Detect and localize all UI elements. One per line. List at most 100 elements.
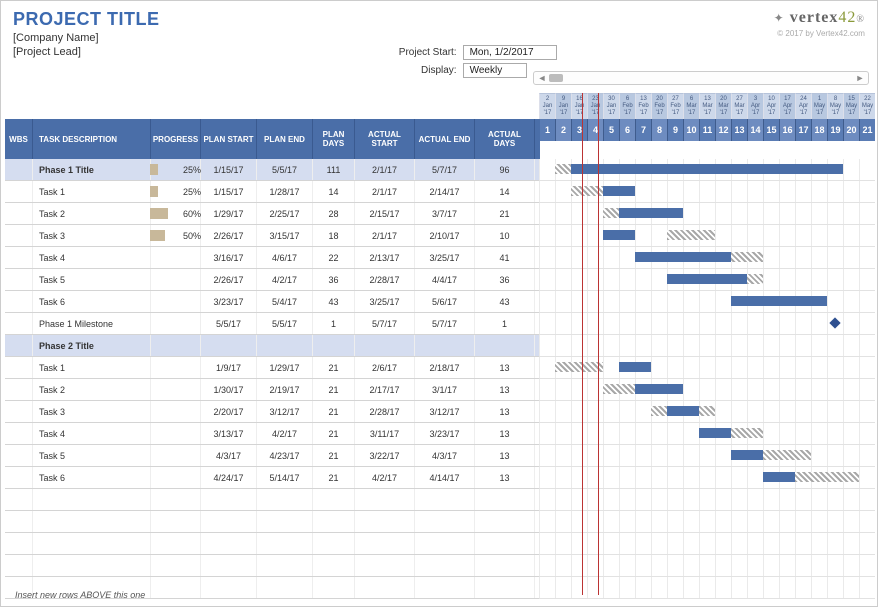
date-cell: 20Mar'17 bbox=[715, 93, 731, 119]
col-plan-start: PLAN START bbox=[201, 119, 257, 159]
plan-end-cell: 1/29/17 bbox=[257, 357, 313, 378]
phase-row[interactable]: Phase 2 Title bbox=[5, 335, 540, 357]
task-description: Task 1 bbox=[33, 357, 151, 378]
plan-start-cell: 3/16/17 bbox=[201, 247, 257, 268]
task-description: Task 4 bbox=[33, 247, 151, 268]
task-row[interactable]: Task 32/20/173/12/17212/28/173/12/1713 bbox=[5, 401, 540, 423]
plan-days-cell: 21 bbox=[313, 467, 355, 488]
display-label: Display: bbox=[377, 65, 457, 76]
gantt-row bbox=[539, 401, 875, 423]
actual-start-cell: 2/1/17 bbox=[355, 181, 415, 202]
task-row[interactable]: Phase 1 Milestone5/5/175/5/1715/7/175/7/… bbox=[5, 313, 540, 335]
plan-bar bbox=[571, 164, 843, 174]
plan-start-cell: 5/5/17 bbox=[201, 313, 257, 334]
timeline-scrollbar[interactable]: ◄ ► bbox=[533, 71, 869, 85]
actual-start-cell: 2/6/17 bbox=[355, 357, 415, 378]
task-row[interactable]: Task 63/23/175/4/17433/25/175/6/1743 bbox=[5, 291, 540, 313]
phase-row[interactable]: Phase 1 Title25%1/15/175/5/171112/1/175/… bbox=[5, 159, 540, 181]
scroll-left-icon[interactable]: ◄ bbox=[537, 73, 547, 83]
display-input[interactable]: Weekly bbox=[463, 63, 527, 78]
plan-end-cell: 2/19/17 bbox=[257, 379, 313, 400]
progress-cell bbox=[151, 379, 201, 400]
plan-bar bbox=[731, 450, 763, 460]
plan-days-cell: 28 bbox=[313, 203, 355, 224]
gantt-row bbox=[539, 445, 875, 467]
actual-end-cell: 2/14/17 bbox=[415, 181, 475, 202]
plan-days-cell: 14 bbox=[313, 181, 355, 202]
plan-bar bbox=[619, 208, 683, 218]
plan-days-cell: 43 bbox=[313, 291, 355, 312]
actual-days-cell: 36 bbox=[475, 269, 535, 290]
scroll-right-icon[interactable]: ► bbox=[855, 73, 865, 83]
week-number-cell: 17 bbox=[795, 119, 811, 141]
progress-cell bbox=[151, 357, 201, 378]
plan-start-cell: 1/15/17 bbox=[201, 159, 257, 180]
col-actual-days: ACTUAL DAYS bbox=[475, 119, 535, 159]
progress-cell: 60% bbox=[151, 203, 201, 224]
gantt-row bbox=[539, 225, 875, 247]
week-number-cell: 1 bbox=[539, 119, 555, 141]
task-description: Task 2 bbox=[33, 379, 151, 400]
task-row[interactable]: Task 260%1/29/172/25/17282/15/173/7/1721 bbox=[5, 203, 540, 225]
task-row[interactable]: Task 64/24/175/14/17214/2/174/14/1713 bbox=[5, 467, 540, 489]
project-start-input[interactable]: Mon, 1/2/2017 bbox=[463, 45, 557, 60]
task-description: Phase 1 Title bbox=[33, 159, 151, 180]
gantt-row bbox=[539, 467, 875, 489]
task-row[interactable]: Task 11/9/171/29/17212/6/172/18/1713 bbox=[5, 357, 540, 379]
col-description: TASK DESCRIPTION bbox=[33, 119, 151, 159]
actual-days-cell: 43 bbox=[475, 291, 535, 312]
plan-end-cell: 2/25/17 bbox=[257, 203, 313, 224]
plan-start-cell: 2/26/17 bbox=[201, 269, 257, 290]
progress-cell bbox=[151, 247, 201, 268]
task-row[interactable]: Task 52/26/174/2/17362/28/174/4/1736 bbox=[5, 269, 540, 291]
gantt-empty-row bbox=[539, 511, 875, 533]
plan-bar bbox=[763, 472, 795, 482]
plan-bar bbox=[619, 362, 651, 372]
plan-days-cell: 21 bbox=[313, 401, 355, 422]
plan-start-cell: 3/23/17 bbox=[201, 291, 257, 312]
date-cell: 3Apr'17 bbox=[747, 93, 763, 119]
task-row[interactable]: Task 21/30/172/19/17212/17/173/1/1713 bbox=[5, 379, 540, 401]
week-number-cell: 3 bbox=[571, 119, 587, 141]
task-row[interactable]: Task 54/3/174/23/17213/22/174/3/1713 bbox=[5, 445, 540, 467]
actual-start-cell: 4/2/17 bbox=[355, 467, 415, 488]
date-cell: 6Feb'17 bbox=[619, 93, 635, 119]
gantt-empty-row bbox=[539, 489, 875, 511]
project-lead: [Project Lead] bbox=[13, 46, 160, 58]
task-row[interactable]: Task 43/16/174/6/17222/13/173/25/1741 bbox=[5, 247, 540, 269]
date-cell: 2Jan'17 bbox=[539, 93, 555, 119]
task-row[interactable]: Task 43/13/174/2/17213/11/173/23/1713 bbox=[5, 423, 540, 445]
footer-note: Insert new rows ABOVE this one bbox=[15, 590, 145, 600]
scroll-thumb[interactable] bbox=[549, 74, 563, 82]
project-title: PROJECT TITLE bbox=[13, 9, 160, 30]
actual-start-cell: 2/28/17 bbox=[355, 401, 415, 422]
gantt-row bbox=[539, 203, 875, 225]
gantt-row bbox=[539, 423, 875, 445]
task-row[interactable]: Task 350%2/26/173/15/17182/1/172/10/1710 bbox=[5, 225, 540, 247]
plan-days-cell: 111 bbox=[313, 159, 355, 180]
task-description: Task 3 bbox=[33, 225, 151, 246]
task-description: Task 1 bbox=[33, 181, 151, 202]
empty-row[interactable] bbox=[5, 533, 540, 555]
gantt-row bbox=[539, 181, 875, 203]
plan-end-cell: 1/28/17 bbox=[257, 181, 313, 202]
plan-start-cell bbox=[201, 335, 257, 356]
task-description: Task 6 bbox=[33, 467, 151, 488]
plan-start-cell: 2/26/17 bbox=[201, 225, 257, 246]
week-number-cell: 13 bbox=[731, 119, 747, 141]
empty-row[interactable] bbox=[5, 511, 540, 533]
plan-bar bbox=[731, 296, 827, 306]
empty-row[interactable] bbox=[5, 489, 540, 511]
col-actual-start: ACTUAL START bbox=[355, 119, 415, 159]
gantt-row bbox=[539, 357, 875, 379]
task-description: Phase 1 Milestone bbox=[33, 313, 151, 334]
task-row[interactable]: Task 125%1/15/171/28/17142/1/172/14/1714 bbox=[5, 181, 540, 203]
empty-row[interactable] bbox=[5, 555, 540, 577]
week-number-cell: 2 bbox=[555, 119, 571, 141]
gantt-empty-row bbox=[539, 577, 875, 599]
plan-days-cell: 22 bbox=[313, 247, 355, 268]
plan-days-cell: 1 bbox=[313, 313, 355, 334]
plan-bar bbox=[603, 186, 635, 196]
week-number-cell: 6 bbox=[619, 119, 635, 141]
date-cell: 23Jan'17 bbox=[587, 93, 603, 119]
